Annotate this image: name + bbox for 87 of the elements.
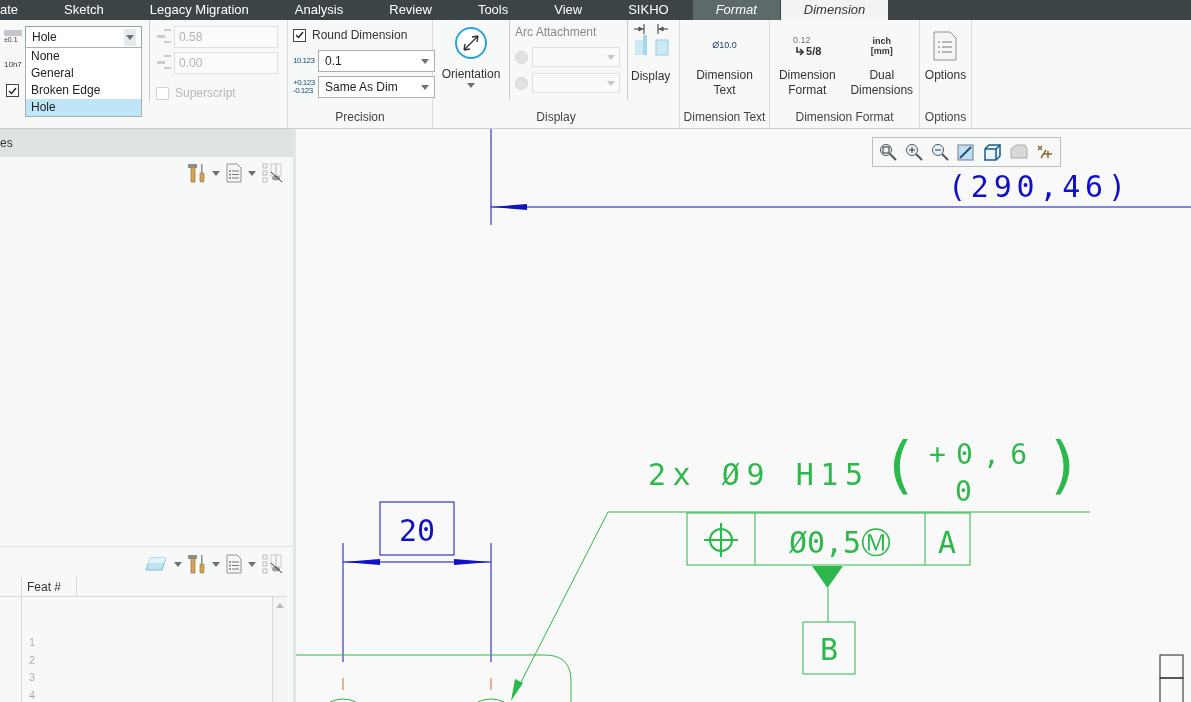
tolerance-precision-select[interactable]: Same As Dim xyxy=(318,76,435,98)
checkbox[interactable] xyxy=(293,28,306,42)
hole-callout-text: 2x Ø9 H15 xyxy=(648,457,863,492)
ribbon-tab[interactable]: Format xyxy=(692,0,780,20)
caret-icon xyxy=(212,170,220,176)
tree-filter-icon[interactable] xyxy=(262,554,283,574)
ribbon-tab[interactable]: Dimension xyxy=(780,0,889,20)
tolerance-precision-icon: +0.123 xyxy=(293,79,315,87)
decimal-places-icon: 10.123 xyxy=(293,55,315,67)
ribbon-tab[interactable]: Legacy Migration xyxy=(126,0,272,20)
row-number: 2 xyxy=(29,652,37,668)
datum-label: B xyxy=(819,632,839,667)
dual-dimensions-button[interactable]: inch [mm] Dual Dimensions xyxy=(844,20,919,106)
caret-icon xyxy=(467,83,475,88)
dimension-text-button[interactable]: Ø10.0 Dimension Text xyxy=(687,20,762,106)
frame-corner xyxy=(1159,677,1184,702)
ribbon-tab[interactable]: Tools xyxy=(454,0,532,20)
zoom-in-icon[interactable] xyxy=(904,142,925,162)
tolerance-select[interactable]: Hole xyxy=(25,26,142,48)
ribbon-tab[interactable]: SIKHO xyxy=(605,0,692,20)
list-icon[interactable] xyxy=(226,554,242,574)
list-icon[interactable] xyxy=(226,163,242,183)
tolerance-stack-icon xyxy=(156,28,172,46)
display-button[interactable]: Display xyxy=(628,20,674,106)
caret-icon xyxy=(248,170,256,176)
group-label: Dimension Text xyxy=(683,109,766,126)
dimension-format-icon: 0.12 5/8 xyxy=(793,35,822,57)
ribbon-tab[interactable]: Analysis xyxy=(271,0,367,20)
ribbon-tab[interactable]: Review xyxy=(366,0,455,20)
ribbon-tab[interactable]: ate xyxy=(0,0,42,20)
caret-icon xyxy=(212,561,220,567)
display-icon xyxy=(631,23,670,57)
cube-icon[interactable] xyxy=(982,142,1003,162)
group-label: Precision xyxy=(335,109,385,126)
caret-icon xyxy=(248,561,256,567)
scrollbar[interactable] xyxy=(272,597,287,702)
decimal-select[interactable]: 0.1 xyxy=(318,50,435,72)
row-number: 4 xyxy=(29,687,37,702)
dropdown-option[interactable]: General xyxy=(26,65,141,82)
dimension-format-button[interactable]: 0.12 5/8 Dimension Format xyxy=(770,20,845,106)
dual-dimensions-icon: inch [mm] xyxy=(870,36,893,56)
group-label: Options xyxy=(924,109,967,126)
row-number: 1 xyxy=(29,635,37,650)
fit-icon: 10h7 xyxy=(4,59,24,71)
tolerance-stack-icon xyxy=(156,54,172,72)
frame-value: A xyxy=(937,525,957,560)
checkbox[interactable] xyxy=(6,84,19,97)
caret-icon xyxy=(174,561,182,567)
parenthesis: ) xyxy=(1045,428,1083,501)
options-button[interactable]: Options xyxy=(922,20,969,106)
caret-icon xyxy=(126,34,134,40)
dimension-text-icon: Ø10.0 xyxy=(712,39,737,53)
frame-corner xyxy=(1159,654,1184,679)
lower-deviation: 0 xyxy=(955,475,972,508)
repaint-icon[interactable] xyxy=(956,142,977,162)
orientation-button[interactable]: Orientation xyxy=(441,26,501,88)
dimension-value: 20 xyxy=(398,513,436,548)
panel-header: es xyxy=(0,135,13,152)
coordinate-label: (290,46) xyxy=(948,169,1126,204)
tolerance-precision-icon: -0.123 xyxy=(293,87,315,95)
arc-attachment-label: Arc Attachment xyxy=(515,24,598,41)
caret-icon xyxy=(607,80,615,86)
group-label: Dimension Format xyxy=(795,109,894,126)
caret-icon xyxy=(421,84,429,90)
frame-value: Ø0,5Ⓜ xyxy=(788,525,892,560)
tree-filter-icon[interactable] xyxy=(262,163,283,183)
ribbon-tab[interactable]: View xyxy=(531,0,606,20)
dropdown-option[interactable]: None xyxy=(26,48,141,65)
ribbon-tab[interactable]: Sketch xyxy=(41,0,127,20)
zoom-fit-icon[interactable] xyxy=(878,142,899,162)
column-header: Feat # xyxy=(27,578,62,596)
tools-icon[interactable] xyxy=(188,163,206,183)
document-icon xyxy=(933,31,958,61)
row-number: 3 xyxy=(29,670,37,685)
caret-icon xyxy=(421,58,429,64)
group-label: Display xyxy=(536,109,576,126)
dropdown-option[interactable]: Broken Edge xyxy=(26,82,141,99)
checkbox-label: Round Dimension xyxy=(312,27,408,44)
checkbox-label: Superscript xyxy=(175,85,236,102)
position-icon xyxy=(703,522,739,558)
zoom-out-icon[interactable] xyxy=(930,142,951,162)
caret-icon xyxy=(607,54,615,60)
tools-icon[interactable] xyxy=(188,554,206,574)
dropdown-option[interactable]: Hole xyxy=(26,99,141,116)
parenthesis: ( xyxy=(881,428,919,501)
bent-arrow-icon xyxy=(796,47,805,56)
upper-deviation: +0,6 xyxy=(929,438,1027,471)
